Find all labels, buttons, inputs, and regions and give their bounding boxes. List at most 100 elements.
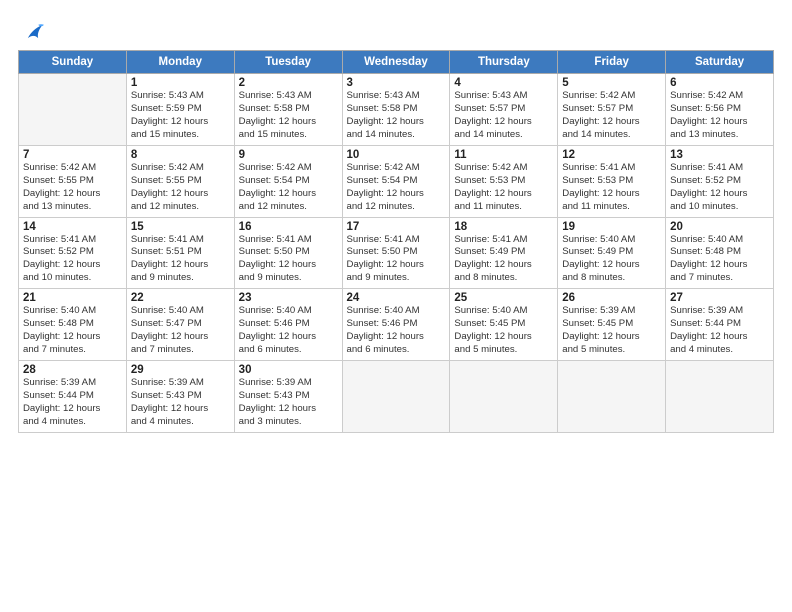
day-number: 28 <box>23 364 122 376</box>
calendar-cell: 7Sunrise: 5:42 AM Sunset: 5:55 PM Daylig… <box>19 145 127 217</box>
day-info: Sunrise: 5:39 AM Sunset: 5:45 PM Dayligh… <box>562 305 661 357</box>
logo <box>18 22 44 44</box>
day-info: Sunrise: 5:43 AM Sunset: 5:59 PM Dayligh… <box>131 90 230 142</box>
calendar-cell <box>558 361 666 433</box>
day-number: 7 <box>23 149 122 161</box>
day-info: Sunrise: 5:43 AM Sunset: 5:58 PM Dayligh… <box>239 90 338 142</box>
header <box>18 18 774 44</box>
calendar-cell: 19Sunrise: 5:40 AM Sunset: 5:49 PM Dayli… <box>558 217 666 289</box>
day-info: Sunrise: 5:41 AM Sunset: 5:52 PM Dayligh… <box>670 162 769 214</box>
day-info: Sunrise: 5:41 AM Sunset: 5:49 PM Dayligh… <box>454 234 553 286</box>
day-number: 19 <box>562 221 661 233</box>
day-info: Sunrise: 5:39 AM Sunset: 5:44 PM Dayligh… <box>23 377 122 429</box>
day-info: Sunrise: 5:41 AM Sunset: 5:52 PM Dayligh… <box>23 234 122 286</box>
calendar-cell: 20Sunrise: 5:40 AM Sunset: 5:48 PM Dayli… <box>666 217 774 289</box>
day-number: 9 <box>239 149 338 161</box>
day-info: Sunrise: 5:42 AM Sunset: 5:56 PM Dayligh… <box>670 90 769 142</box>
calendar-cell: 10Sunrise: 5:42 AM Sunset: 5:54 PM Dayli… <box>342 145 450 217</box>
calendar-cell: 30Sunrise: 5:39 AM Sunset: 5:43 PM Dayli… <box>234 361 342 433</box>
calendar-header-wednesday: Wednesday <box>342 51 450 74</box>
day-info: Sunrise: 5:39 AM Sunset: 5:44 PM Dayligh… <box>670 305 769 357</box>
day-number: 24 <box>347 292 446 304</box>
day-info: Sunrise: 5:41 AM Sunset: 5:50 PM Dayligh… <box>239 234 338 286</box>
day-number: 27 <box>670 292 769 304</box>
calendar-cell: 5Sunrise: 5:42 AM Sunset: 5:57 PM Daylig… <box>558 74 666 146</box>
day-number: 12 <box>562 149 661 161</box>
day-info: Sunrise: 5:40 AM Sunset: 5:46 PM Dayligh… <box>347 305 446 357</box>
calendar-cell: 12Sunrise: 5:41 AM Sunset: 5:53 PM Dayli… <box>558 145 666 217</box>
calendar-header-monday: Monday <box>126 51 234 74</box>
calendar-header-friday: Friday <box>558 51 666 74</box>
day-info: Sunrise: 5:40 AM Sunset: 5:49 PM Dayligh… <box>562 234 661 286</box>
calendar-cell <box>450 361 558 433</box>
calendar-cell: 1Sunrise: 5:43 AM Sunset: 5:59 PM Daylig… <box>126 74 234 146</box>
day-number: 1 <box>131 77 230 89</box>
day-number: 22 <box>131 292 230 304</box>
logo-bird-icon <box>22 22 44 44</box>
day-info: Sunrise: 5:40 AM Sunset: 5:46 PM Dayligh… <box>239 305 338 357</box>
day-number: 6 <box>670 77 769 89</box>
calendar-header-tuesday: Tuesday <box>234 51 342 74</box>
calendar-cell: 22Sunrise: 5:40 AM Sunset: 5:47 PM Dayli… <box>126 289 234 361</box>
day-info: Sunrise: 5:40 AM Sunset: 5:48 PM Dayligh… <box>670 234 769 286</box>
calendar-cell: 16Sunrise: 5:41 AM Sunset: 5:50 PM Dayli… <box>234 217 342 289</box>
day-info: Sunrise: 5:41 AM Sunset: 5:53 PM Dayligh… <box>562 162 661 214</box>
day-info: Sunrise: 5:42 AM Sunset: 5:55 PM Dayligh… <box>23 162 122 214</box>
calendar-cell <box>666 361 774 433</box>
calendar-header-sunday: Sunday <box>19 51 127 74</box>
calendar-cell: 27Sunrise: 5:39 AM Sunset: 5:44 PM Dayli… <box>666 289 774 361</box>
day-number: 30 <box>239 364 338 376</box>
day-info: Sunrise: 5:41 AM Sunset: 5:51 PM Dayligh… <box>131 234 230 286</box>
calendar-cell: 23Sunrise: 5:40 AM Sunset: 5:46 PM Dayli… <box>234 289 342 361</box>
day-number: 3 <box>347 77 446 89</box>
calendar-cell: 15Sunrise: 5:41 AM Sunset: 5:51 PM Dayli… <box>126 217 234 289</box>
calendar-cell: 25Sunrise: 5:40 AM Sunset: 5:45 PM Dayli… <box>450 289 558 361</box>
day-number: 29 <box>131 364 230 376</box>
calendar-week-1: 1Sunrise: 5:43 AM Sunset: 5:59 PM Daylig… <box>19 74 774 146</box>
calendar-cell: 29Sunrise: 5:39 AM Sunset: 5:43 PM Dayli… <box>126 361 234 433</box>
calendar-header-saturday: Saturday <box>666 51 774 74</box>
day-number: 8 <box>131 149 230 161</box>
day-number: 11 <box>454 149 553 161</box>
day-number: 23 <box>239 292 338 304</box>
day-info: Sunrise: 5:42 AM Sunset: 5:57 PM Dayligh… <box>562 90 661 142</box>
calendar-week-2: 7Sunrise: 5:42 AM Sunset: 5:55 PM Daylig… <box>19 145 774 217</box>
day-number: 17 <box>347 221 446 233</box>
day-number: 25 <box>454 292 553 304</box>
day-info: Sunrise: 5:40 AM Sunset: 5:48 PM Dayligh… <box>23 305 122 357</box>
calendar: SundayMondayTuesdayWednesdayThursdayFrid… <box>18 50 774 433</box>
calendar-cell: 2Sunrise: 5:43 AM Sunset: 5:58 PM Daylig… <box>234 74 342 146</box>
day-info: Sunrise: 5:41 AM Sunset: 5:50 PM Dayligh… <box>347 234 446 286</box>
day-number: 20 <box>670 221 769 233</box>
calendar-week-5: 28Sunrise: 5:39 AM Sunset: 5:44 PM Dayli… <box>19 361 774 433</box>
calendar-cell: 28Sunrise: 5:39 AM Sunset: 5:44 PM Dayli… <box>19 361 127 433</box>
day-number: 4 <box>454 77 553 89</box>
day-number: 10 <box>347 149 446 161</box>
day-number: 13 <box>670 149 769 161</box>
calendar-cell: 14Sunrise: 5:41 AM Sunset: 5:52 PM Dayli… <box>19 217 127 289</box>
calendar-cell: 13Sunrise: 5:41 AM Sunset: 5:52 PM Dayli… <box>666 145 774 217</box>
day-info: Sunrise: 5:39 AM Sunset: 5:43 PM Dayligh… <box>239 377 338 429</box>
page: SundayMondayTuesdayWednesdayThursdayFrid… <box>0 0 792 612</box>
day-info: Sunrise: 5:43 AM Sunset: 5:58 PM Dayligh… <box>347 90 446 142</box>
calendar-week-4: 21Sunrise: 5:40 AM Sunset: 5:48 PM Dayli… <box>19 289 774 361</box>
day-number: 26 <box>562 292 661 304</box>
day-number: 2 <box>239 77 338 89</box>
day-info: Sunrise: 5:42 AM Sunset: 5:55 PM Dayligh… <box>131 162 230 214</box>
day-number: 16 <box>239 221 338 233</box>
day-info: Sunrise: 5:43 AM Sunset: 5:57 PM Dayligh… <box>454 90 553 142</box>
calendar-cell: 21Sunrise: 5:40 AM Sunset: 5:48 PM Dayli… <box>19 289 127 361</box>
day-number: 18 <box>454 221 553 233</box>
calendar-cell: 11Sunrise: 5:42 AM Sunset: 5:53 PM Dayli… <box>450 145 558 217</box>
day-number: 5 <box>562 77 661 89</box>
day-number: 14 <box>23 221 122 233</box>
calendar-header-row: SundayMondayTuesdayWednesdayThursdayFrid… <box>19 51 774 74</box>
calendar-cell: 6Sunrise: 5:42 AM Sunset: 5:56 PM Daylig… <box>666 74 774 146</box>
calendar-cell: 3Sunrise: 5:43 AM Sunset: 5:58 PM Daylig… <box>342 74 450 146</box>
day-info: Sunrise: 5:40 AM Sunset: 5:45 PM Dayligh… <box>454 305 553 357</box>
calendar-cell: 26Sunrise: 5:39 AM Sunset: 5:45 PM Dayli… <box>558 289 666 361</box>
day-info: Sunrise: 5:42 AM Sunset: 5:54 PM Dayligh… <box>239 162 338 214</box>
day-info: Sunrise: 5:42 AM Sunset: 5:53 PM Dayligh… <box>454 162 553 214</box>
calendar-cell: 9Sunrise: 5:42 AM Sunset: 5:54 PM Daylig… <box>234 145 342 217</box>
calendar-cell <box>19 74 127 146</box>
